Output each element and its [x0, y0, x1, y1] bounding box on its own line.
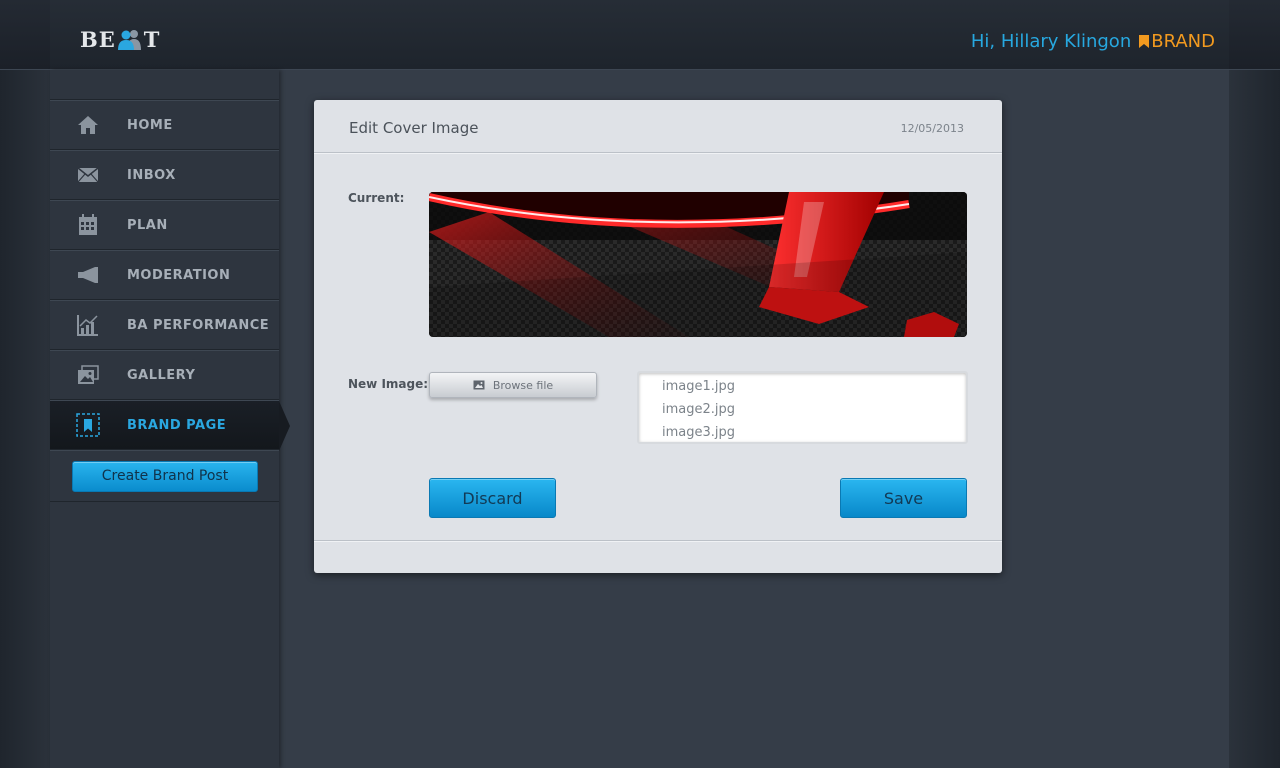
sidebar-item-moderation[interactable]: MODERATION — [50, 250, 279, 300]
current-cover-image — [429, 192, 967, 337]
file-list[interactable]: image1.jpg image2.jpg image3.jpg — [637, 371, 968, 444]
sidebar-item-inbox[interactable]: INBOX — [50, 150, 279, 200]
people-icon — [117, 29, 143, 51]
sidebar-item-label: BA PERFORMANCE — [127, 317, 270, 333]
browse-file-label: Browse file — [492, 378, 554, 392]
logo-text-left: BE — [80, 27, 116, 52]
sidebar-item-label: GALLERY — [127, 367, 196, 383]
bookmark-icon — [74, 411, 102, 439]
gallery-icon — [74, 361, 102, 389]
edit-cover-dialog: Edit Cover Image 12/05/2013 Current: New… — [314, 100, 1002, 573]
list-item[interactable]: image1.jpg — [662, 376, 966, 399]
sidebar-item-home[interactable]: HOME — [50, 100, 279, 150]
dialog-date: 12/05/2013 — [900, 122, 964, 135]
sidebar-item-label: MODERATION — [127, 267, 231, 283]
sidebar-top-spacer — [50, 70, 279, 100]
sidebar: HOME INBOX PLAN MODERATION BA PERFORMANC… — [50, 70, 290, 768]
sidebar-item-label: PLAN — [127, 217, 168, 233]
sidebar-item-ba-performance[interactable]: BA PERFORMANCE — [50, 300, 279, 350]
dialog-footer-divider — [314, 540, 1002, 541]
sidebar-item-label: BRAND PAGE — [127, 417, 227, 433]
browse-file-button[interactable]: Browse file — [429, 372, 597, 398]
sidebar-item-label: INBOX — [127, 167, 176, 183]
left-frame — [0, 0, 50, 768]
sidebar-item-label: HOME — [127, 117, 173, 133]
greeting-text: Hi, Hillary Klingon — [970, 31, 1132, 52]
dialog-header: Edit Cover Image 12/05/2013 — [314, 100, 1002, 153]
new-image-label: New Image: — [348, 377, 429, 391]
chart-icon — [74, 311, 102, 339]
brand-tag-label: BRAND — [1151, 31, 1215, 52]
home-icon — [74, 111, 102, 139]
envelope-icon — [74, 161, 102, 189]
save-button[interactable]: Save — [840, 478, 967, 518]
logo-text-right: T — [143, 27, 161, 52]
calendar-icon — [74, 211, 102, 239]
create-post-row: Create Brand Post — [50, 450, 279, 502]
create-brand-post-button[interactable]: Create Brand Post — [72, 460, 258, 492]
megaphone-icon — [74, 261, 102, 289]
dialog-title: Edit Cover Image — [349, 119, 479, 137]
sidebar-item-gallery[interactable]: GALLERY — [50, 350, 279, 400]
image-icon — [473, 380, 485, 390]
list-item[interactable]: image3.jpg — [662, 422, 966, 445]
right-frame — [1229, 0, 1280, 768]
user-greeting[interactable]: Hi, Hillary Klingon BRAND — [971, 31, 1215, 52]
brand-tag[interactable]: BRAND — [1139, 31, 1215, 52]
current-label: Current: — [348, 191, 405, 205]
discard-button[interactable]: Discard — [429, 478, 556, 518]
app-logo[interactable]: BE T — [80, 27, 160, 52]
sidebar-item-brand-page[interactable]: BRAND PAGE — [50, 400, 290, 451]
bookmark-icon — [1139, 35, 1150, 48]
sidebar-item-plan[interactable]: PLAN — [50, 200, 279, 250]
list-item[interactable]: image2.jpg — [662, 399, 966, 422]
